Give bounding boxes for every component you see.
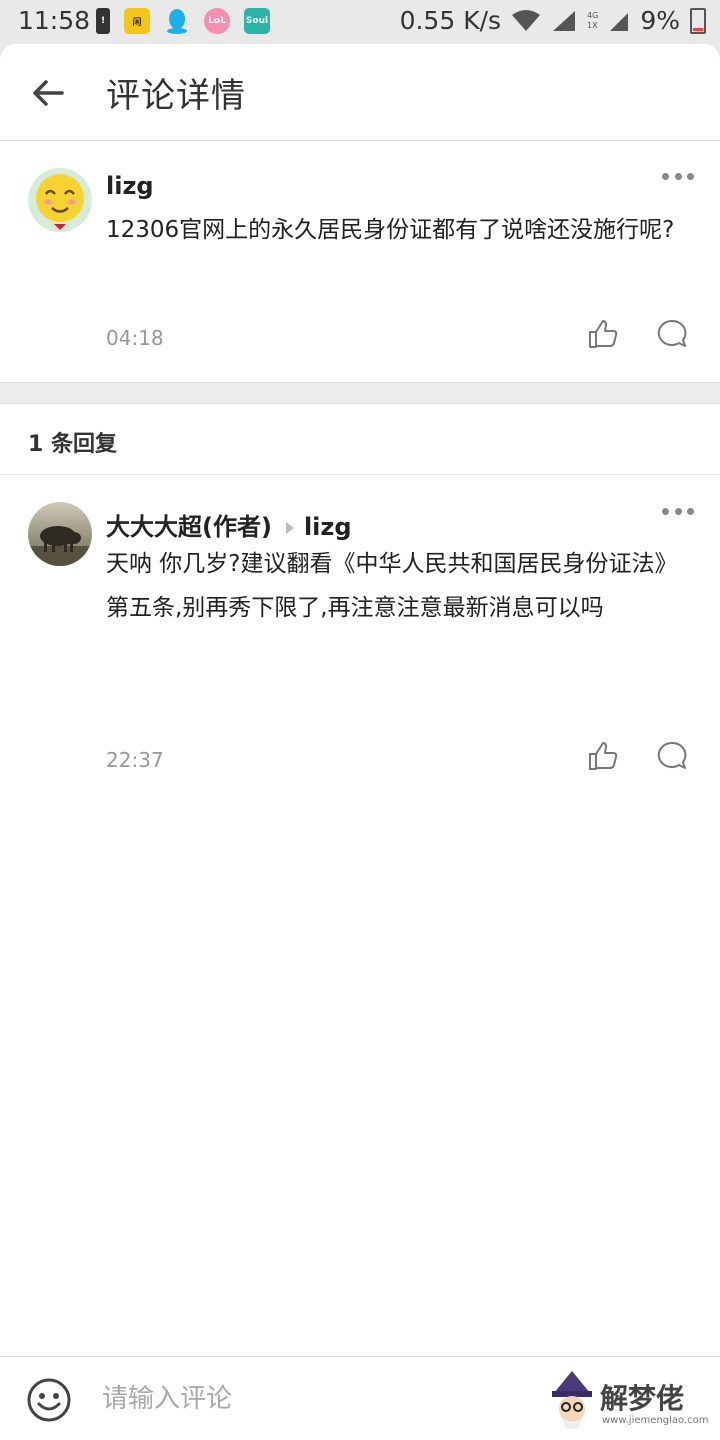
comment-time: 04:18 [106, 326, 164, 350]
thumbs-up-icon[interactable] [586, 740, 618, 772]
header: 评论详情 [0, 44, 720, 141]
back-arrow-icon[interactable] [26, 70, 72, 116]
network-type-badge: 4G 1X [587, 11, 598, 31]
comment-input[interactable] [100, 1373, 524, 1425]
wifi-icon [512, 9, 541, 31]
comment-input-bar: 解梦佬 www.jiemenglao.com [0, 1356, 720, 1440]
comment-bubble-icon[interactable] [656, 740, 688, 772]
username[interactable]: lizg [106, 172, 154, 200]
alert-icon: ! [96, 8, 110, 34]
more-options-icon[interactable] [662, 505, 694, 517]
watermark: 解梦佬 www.jiemenglao.com [548, 1369, 708, 1433]
battery-percent: 9% [640, 6, 680, 35]
app-yellow-icon: 闲 [124, 8, 150, 34]
wizard-logo-icon [552, 1371, 592, 1429]
battery-icon [690, 7, 706, 34]
status-time: 11:58 [18, 6, 91, 35]
soul-icon: Soul [244, 8, 270, 34]
avatar[interactable] [28, 168, 92, 232]
emoji-icon[interactable] [26, 1377, 72, 1423]
network-type: 4G [587, 10, 599, 20]
comment-text: 12306官网上的永久居民身份证都有了说啥还没施行呢? [106, 217, 675, 243]
reply-header: 大大大超(作者) lizg [106, 507, 352, 542]
comment-bubble-icon[interactable] [656, 318, 688, 350]
username[interactable]: 大大大超(作者) [106, 513, 272, 541]
lofter-icon: LoL [204, 8, 230, 34]
section-divider [0, 382, 720, 404]
signal-icon-2 [610, 12, 629, 31]
reply-to-arrow-icon [285, 522, 294, 534]
avatar[interactable] [28, 502, 92, 566]
status-app-icons: ! 闲 LoL Soul [96, 8, 270, 34]
qq-icon [164, 8, 190, 34]
reply-item: 大大大超(作者) lizg 天呐 你几岁?建议翻看《中华人民共和国居民身份证法》第… [0, 475, 720, 772]
more-options-icon[interactable] [662, 170, 694, 182]
main-comment: lizg 12306官网上的永久居民身份证都有了说啥还没施行呢? 04:18 [0, 140, 720, 382]
page-title: 评论详情 [106, 76, 246, 116]
reply-target-username[interactable]: lizg [304, 513, 352, 541]
watermark-text: 解梦佬 [600, 1382, 685, 1415]
network-speed: 0.55 K/s [399, 6, 502, 35]
comment-detail-sheet: 评论详情 lizg 12306官网上的永久居民身份证都有了说啥还没施行呢? 04… [0, 44, 720, 1440]
watermark-url: www.jiemenglao.com [602, 1415, 709, 1426]
comment-text: 天呐 你几岁?建议翻看《中华人民共和国居民身份证法》第五条,别再秀下限了,再注意… [106, 551, 678, 621]
reply-count: 1 条回复 [28, 432, 117, 457]
sim-slot: 1X [587, 20, 598, 30]
signal-icon [553, 10, 576, 31]
status-bar: 11:58 ! 闲 LoL Soul 0.55 K/s 4G 1X 9% [0, 0, 720, 44]
status-right: 0.55 K/s 4G 1X 9% [400, 6, 706, 35]
thumbs-up-icon[interactable] [586, 318, 618, 350]
comment-time: 22:37 [106, 748, 164, 772]
